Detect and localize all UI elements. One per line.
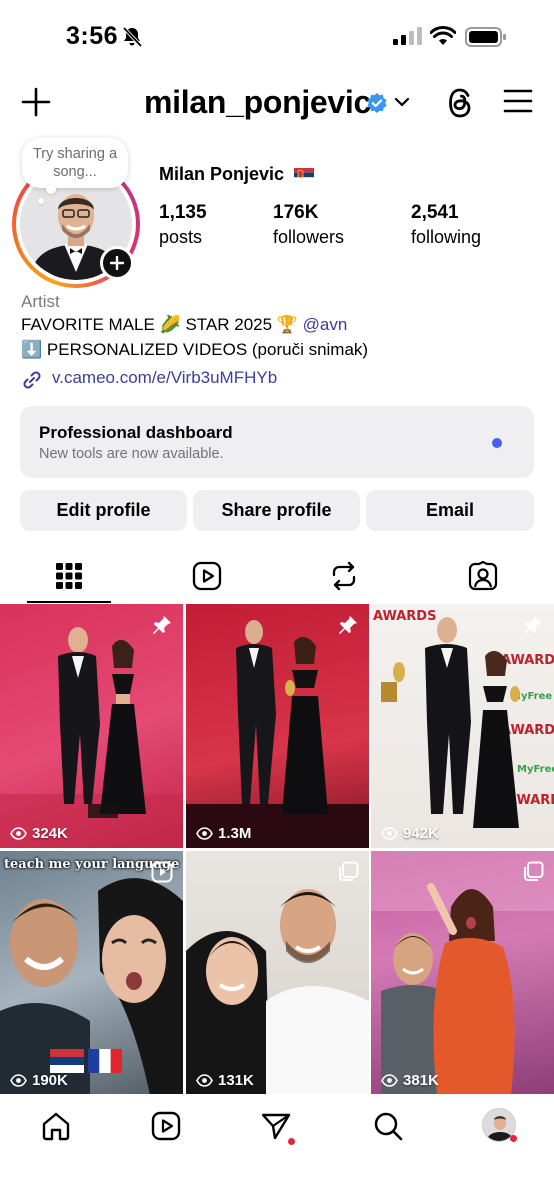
bottom-nav <box>0 1094 554 1200</box>
svg-text:MyFree: MyFree <box>517 764 554 775</box>
stat-posts-label: posts <box>159 227 203 247</box>
grid-icon <box>56 562 82 594</box>
stat-following-value: 2,541 <box>411 202 459 223</box>
note-bubble-tail-small <box>38 198 44 204</box>
chevron-down-icon[interactable] <box>394 95 410 113</box>
post-tile[interactable]: 324K <box>0 604 183 848</box>
stat-posts-value: 1,135 <box>159 202 207 223</box>
cellular-signal-icon <box>393 27 423 50</box>
eye-icon <box>196 1074 213 1087</box>
dashboard-subtitle: New tools are now available. <box>39 446 224 462</box>
post-views: 190K <box>10 1072 68 1089</box>
stat-following[interactable]: 2,541 following <box>411 202 481 248</box>
share-profile-button[interactable]: Share profile <box>193 490 360 531</box>
carousel-icon <box>337 861 359 888</box>
post-views: 942K <box>381 825 439 842</box>
hamburger-menu-icon[interactable] <box>503 88 533 119</box>
profile-header: milan_ponjevic <box>0 80 554 128</box>
search-icon <box>373 1111 403 1146</box>
bio-line-2: ⬇️ PERSONALIZED VIDEOS (poruči snimak) <box>21 340 369 359</box>
post-tile[interactable]: teach me your language 190K <box>0 851 183 1095</box>
dashboard-title: Professional dashboard <box>39 423 233 442</box>
post-tile[interactable]: 1.3M <box>186 604 369 848</box>
serbia-flag-icon <box>50 1049 84 1073</box>
nav-home[interactable] <box>36 1108 76 1148</box>
nav-reels[interactable] <box>146 1108 186 1148</box>
status-time: 3:56 <box>66 22 119 50</box>
post-views: 381K <box>381 1072 439 1089</box>
link-icon <box>21 369 43 396</box>
post-views: 324K <box>10 825 68 842</box>
status-bar: 3:56 <box>0 0 554 72</box>
posts-grid: 324K 1.3M AWARDS AWARDS AWARDS My <box>0 604 554 1095</box>
bio-line-1-text: FAVORITE MALE 🌽 STAR 2025 🏆 <box>21 315 303 334</box>
wifi-icon <box>429 26 457 51</box>
france-flag-icon <box>88 1049 122 1073</box>
post-views-count: 131K <box>218 1072 254 1089</box>
note-bubble[interactable]: Try sharing a song... <box>22 138 128 188</box>
create-plus-icon[interactable] <box>20 86 52 123</box>
reels-icon <box>151 1111 181 1146</box>
eye-icon <box>381 827 398 840</box>
eye-icon <box>196 827 213 840</box>
nav-search[interactable] <box>368 1108 408 1148</box>
messages-notification-dot <box>288 1138 295 1145</box>
svg-text:AWARDS: AWARDS <box>501 653 554 668</box>
svg-text:AWARDS: AWARDS <box>373 609 436 624</box>
tab-reels[interactable] <box>152 552 262 604</box>
post-views: 131K <box>196 1072 254 1089</box>
edit-profile-button[interactable]: Edit profile <box>20 490 187 531</box>
pin-icon <box>151 614 173 641</box>
eye-icon <box>10 1074 27 1087</box>
eye-icon <box>10 827 27 840</box>
verified-badge-icon <box>366 92 388 119</box>
dashboard-new-dot <box>492 438 502 448</box>
professional-dashboard[interactable]: Professional dashboard New tools are now… <box>20 406 534 478</box>
display-name: Milan Ponjevic <box>159 164 285 184</box>
serbia-flag-icon <box>293 168 315 183</box>
profile-notification-dot <box>510 1135 517 1142</box>
post-views-count: 190K <box>32 1072 68 1089</box>
post-tile[interactable]: 381K <box>371 851 554 1095</box>
threads-icon[interactable] <box>446 86 476 125</box>
post-tile[interactable]: 131K <box>186 851 369 1095</box>
home-icon <box>40 1110 72 1147</box>
reels-icon <box>192 561 222 596</box>
stat-followers-value: 176K <box>273 202 319 223</box>
tab-grid[interactable] <box>14 552 124 604</box>
stat-followers[interactable]: 176K followers <box>273 202 344 248</box>
post-tile[interactable]: AWARDS AWARDS AWARDS MyFree MyFree AWARD… <box>371 604 554 848</box>
add-story-plus-icon[interactable] <box>100 246 134 280</box>
profile-category: Artist <box>21 292 60 311</box>
stat-followers-label: followers <box>273 227 345 247</box>
pin-icon <box>522 614 544 641</box>
tab-reposts[interactable] <box>289 552 399 604</box>
battery-icon <box>465 27 507 52</box>
post-views-count: 381K <box>403 1072 439 1089</box>
bio-line-1: FAVORITE MALE 🌽 STAR 2025 🏆 @avn <box>21 315 347 335</box>
post-views: 1.3M <box>196 825 251 842</box>
bio-website-link[interactable]: v.cameo.com/e/Virb3uMFHYb <box>52 368 277 388</box>
eye-icon <box>381 1074 398 1087</box>
stat-following-label: following <box>411 227 482 247</box>
stat-posts[interactable]: 1,135 posts <box>159 202 207 248</box>
pin-icon <box>337 614 359 641</box>
active-tab-indicator <box>27 601 111 603</box>
profile-tabs <box>0 552 554 604</box>
email-button[interactable]: Email <box>366 490 534 531</box>
post-views-count: 942K <box>403 825 439 842</box>
flags-overlay <box>50 1049 122 1073</box>
reel-icon <box>151 861 173 888</box>
bell-muted-icon <box>121 26 143 53</box>
tab-tagged[interactable] <box>428 552 538 604</box>
post-views-count: 324K <box>32 825 68 842</box>
tagged-icon <box>468 560 498 596</box>
post-views-count: 1.3M <box>218 825 252 842</box>
bio-mention-link[interactable]: @avn <box>303 315 348 334</box>
note-bubble-tail <box>46 184 56 194</box>
carousel-icon <box>522 861 544 888</box>
reposts-icon <box>330 561 358 596</box>
username-title[interactable]: milan_ponjevic <box>144 84 371 121</box>
